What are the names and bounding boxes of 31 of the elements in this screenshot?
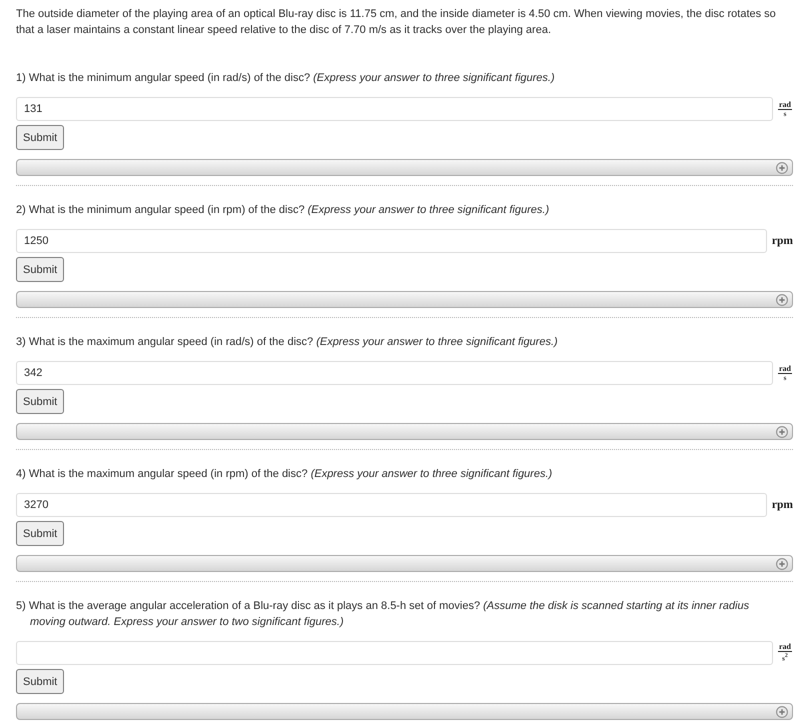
unit-label: rpm xyxy=(772,235,793,247)
unit-numerator: rad xyxy=(778,643,792,652)
plus-circle-icon[interactable] xyxy=(776,162,788,174)
submit-button[interactable]: Submit xyxy=(16,125,64,150)
solution-toggle-bar[interactable] xyxy=(16,423,793,440)
plus-circle-icon[interactable] xyxy=(776,706,788,718)
submit-button[interactable]: Submit xyxy=(16,257,64,282)
plus-circle-icon[interactable] xyxy=(776,294,788,306)
question-text: 4) What is the maximum angular speed (in rpm) of the disc? (Express your answer to three significant figures.) xyxy=(16,467,554,482)
solution-toggle-bar[interactable] xyxy=(16,555,793,572)
answer-field[interactable]: 342 xyxy=(16,361,773,385)
question-text: 1) What is the minimum angular speed (in rad/s) of the disc? (Express your answer to three significant figures.) xyxy=(16,71,556,86)
solution-toggle-bar[interactable] xyxy=(16,159,793,176)
solution-toggle-bar[interactable] xyxy=(16,703,793,720)
unit-numerator: rad xyxy=(778,364,792,374)
unit-numerator: rad xyxy=(778,100,792,110)
submit-button[interactable]: Submit xyxy=(16,389,64,414)
answer-field[interactable]: 1250 xyxy=(16,229,767,253)
answer-field[interactable]: 3270 xyxy=(16,493,767,517)
answer-field[interactable]: 131 xyxy=(16,97,773,121)
submit-button[interactable]: Submit xyxy=(16,521,64,546)
question-text: 2) What is the minimum angular speed (in rpm) of the disc? (Express your answer to three significant figures.) xyxy=(16,203,550,218)
solution-toggle-bar[interactable] xyxy=(16,291,793,308)
plus-circle-icon[interactable] xyxy=(776,426,788,438)
answer-field[interactable] xyxy=(16,641,773,665)
problem-statement: The outside diameter of the playing area of an optical Blu-ray disc is 11.75 cm, and the inside diameter is 4.50 cm. When viewing movies, the disc rotates so that a laser maintains a constant linear speed relative to the disc of 7.70 m/s as it tracks over the playing area. xyxy=(16,7,777,38)
question-text: 5) What is the average angular acceleration of a Blu-ray disc as it plays an 8.5-h set of movies? (Assume the disk is scanned starting at its inner radius moving outward. Express your answer to two significant figures.) xyxy=(16,599,750,630)
unit-label: rpm xyxy=(772,499,793,511)
plus-circle-icon[interactable] xyxy=(776,558,788,570)
question-text: 3) What is the maximum angular speed (in rad/s) of the disc? (Express your answer to three significant figures.) xyxy=(16,335,559,350)
submit-button[interactable]: Submit xyxy=(16,669,64,694)
